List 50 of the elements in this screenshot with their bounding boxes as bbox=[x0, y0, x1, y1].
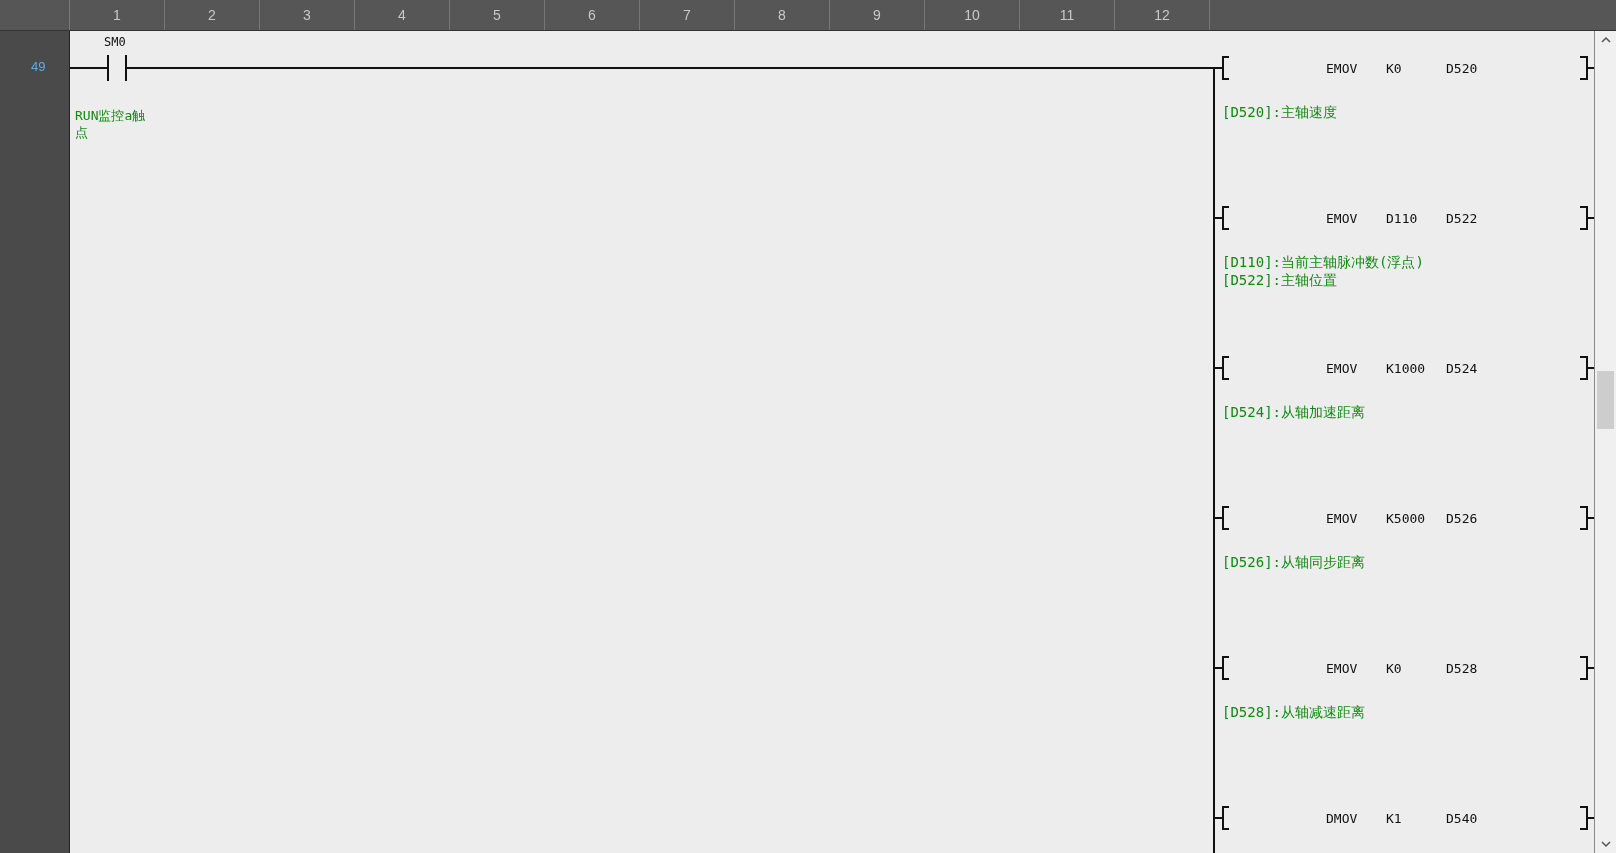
instruction-mnemonic: EMOV bbox=[1326, 210, 1359, 226]
column-header: 2 bbox=[165, 0, 260, 30]
column-header: 5 bbox=[450, 0, 545, 30]
column-header: 11 bbox=[1020, 0, 1115, 30]
right-bracket-icon bbox=[1580, 805, 1594, 831]
right-bracket-icon bbox=[1580, 505, 1594, 531]
scroll-down-icon[interactable] bbox=[1600, 840, 1611, 848]
instruction-operand: K0 bbox=[1386, 60, 1403, 76]
instruction-operand: D524 bbox=[1446, 360, 1479, 376]
right-bracket-icon bbox=[1580, 205, 1594, 231]
device-comment: [D526]:从轴同步距离 bbox=[1222, 553, 1365, 571]
scroll-up-icon[interactable] bbox=[1600, 36, 1611, 44]
right-bracket-icon bbox=[1580, 355, 1594, 381]
column-header: 8 bbox=[735, 0, 830, 30]
scrollbar-thumb[interactable] bbox=[1597, 371, 1614, 429]
instruction-operand: D520 bbox=[1446, 60, 1479, 76]
instruction-mnemonic: EMOV bbox=[1326, 60, 1359, 76]
instruction-operand: D522 bbox=[1446, 210, 1479, 226]
right-bracket-icon bbox=[1580, 55, 1594, 81]
instruction-operand: D540 bbox=[1446, 810, 1479, 826]
device-comment: [D528]:从轴减速距离 bbox=[1222, 703, 1365, 721]
instruction-operand: K1000 bbox=[1386, 360, 1427, 376]
device-comment: [D522]:主轴位置 bbox=[1222, 271, 1337, 289]
instruction-operand: D528 bbox=[1446, 660, 1479, 676]
vertical-scrollbar[interactable] bbox=[1594, 31, 1616, 853]
instruction-mnemonic: EMOV bbox=[1326, 660, 1359, 676]
column-header: 1 bbox=[70, 0, 165, 30]
column-header: 7 bbox=[640, 0, 735, 30]
instruction-mnemonic: EMOV bbox=[1326, 510, 1359, 526]
instruction-operand: K5000 bbox=[1386, 510, 1427, 526]
instruction-operand: K1 bbox=[1386, 810, 1403, 826]
column-header: 9 bbox=[830, 0, 925, 30]
instruction-mnemonic: EMOV bbox=[1326, 360, 1359, 376]
column-header: 12 bbox=[1115, 0, 1210, 30]
right-bracket-icon bbox=[1580, 655, 1594, 681]
instruction-mnemonic: DMOV bbox=[1326, 810, 1359, 826]
device-comment: RUN监控a触点 bbox=[75, 107, 147, 141]
device-comment: [D520]:主轴速度 bbox=[1222, 103, 1337, 121]
instruction-operand: K0 bbox=[1386, 660, 1403, 676]
column-header: 10 bbox=[925, 0, 1020, 30]
device-comment: [D110]:当前主轴脉冲数(浮点) bbox=[1222, 253, 1424, 271]
rung-number: 49 bbox=[31, 59, 46, 74]
contact-icon[interactable] bbox=[106, 55, 128, 81]
column-header: 4 bbox=[355, 0, 450, 30]
instruction-operand: D526 bbox=[1446, 510, 1479, 526]
instruction-operand: D110 bbox=[1386, 210, 1419, 226]
device-label: SM0 bbox=[104, 35, 126, 49]
column-header: 6 bbox=[545, 0, 640, 30]
column-header: 3 bbox=[260, 0, 355, 30]
device-comment: [D524]:从轴加速距离 bbox=[1222, 403, 1365, 421]
